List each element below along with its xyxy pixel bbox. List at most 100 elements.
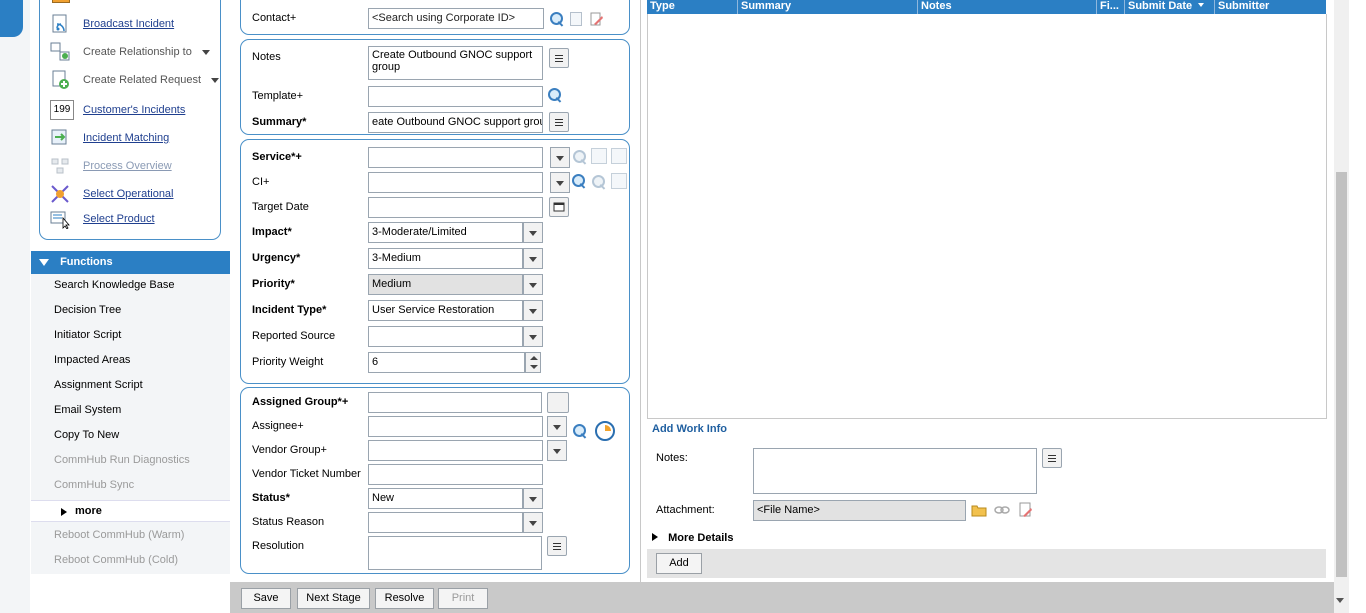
left-nav-tab[interactable] bbox=[0, 0, 23, 37]
resolve-button[interactable]: Resolve bbox=[375, 588, 434, 609]
service-dropdown-button[interactable] bbox=[550, 147, 570, 168]
link-broadcast-incident[interactable]: Broadcast Incident bbox=[50, 13, 174, 35]
contact-details-icon[interactable] bbox=[570, 12, 582, 26]
link-label[interactable]: Customer's Incidents bbox=[83, 104, 185, 116]
column-submitter[interactable]: Submitter bbox=[1215, 0, 1326, 14]
column-submit-date[interactable]: Submit Date bbox=[1125, 0, 1215, 14]
vendor-ticket-field[interactable] bbox=[368, 464, 543, 485]
save-button[interactable]: Save bbox=[241, 588, 291, 609]
column-notes[interactable]: Notes bbox=[918, 0, 1097, 14]
spin-up-icon[interactable] bbox=[530, 356, 538, 360]
quick-links-panel: Broadcast Incident Create Relationship t… bbox=[39, 0, 221, 240]
priority-weight-label: Priority Weight bbox=[252, 356, 324, 368]
link-create-relationship[interactable]: Create Relationship to bbox=[50, 41, 210, 63]
vendor-group-dropdown-button[interactable] bbox=[547, 440, 567, 461]
status-dropdown-button[interactable] bbox=[523, 488, 543, 509]
urgency-field[interactable]: 3-Medium bbox=[368, 248, 523, 269]
link-select-operational[interactable]: Select Operational bbox=[50, 183, 174, 205]
reported-source-dropdown-button[interactable] bbox=[523, 326, 543, 347]
link-label[interactable]: Select Operational bbox=[83, 188, 174, 200]
status-field[interactable]: New bbox=[368, 488, 523, 509]
link-label: Process Overview bbox=[83, 160, 172, 172]
link-incident-matching[interactable]: Incident Matching bbox=[50, 127, 169, 149]
service-tree-icon bbox=[591, 148, 607, 164]
assigned-group-field[interactable] bbox=[368, 392, 542, 413]
search-icon[interactable] bbox=[547, 87, 563, 103]
clock-icon[interactable] bbox=[595, 421, 615, 441]
priority-dropdown-button[interactable] bbox=[523, 274, 543, 295]
link-customers-incidents[interactable]: 199 Customer's Incidents bbox=[50, 99, 185, 121]
function-search-knowledge-base[interactable]: Search Knowledge Base bbox=[54, 279, 174, 291]
column-type[interactable]: Type bbox=[647, 0, 738, 14]
function-assignment-script[interactable]: Assignment Script bbox=[54, 379, 143, 391]
customer-incidents-icon: 199 bbox=[50, 100, 74, 120]
incident-type-dropdown-button[interactable] bbox=[523, 300, 543, 321]
calendar-button[interactable] bbox=[549, 197, 569, 217]
expand-triangle-icon bbox=[652, 533, 658, 541]
work-info-notes-field[interactable] bbox=[753, 448, 1037, 494]
incident-type-field[interactable]: User Service Restoration bbox=[368, 300, 523, 321]
link-label[interactable]: Incident Matching bbox=[83, 132, 169, 144]
template-field[interactable] bbox=[368, 86, 543, 107]
search-icon[interactable] bbox=[571, 173, 587, 189]
template-label: Template+ bbox=[252, 90, 304, 102]
link-create-related-request[interactable]: Create Related Request bbox=[50, 69, 220, 91]
work-info-table-body[interactable] bbox=[647, 14, 1327, 419]
target-date-field[interactable] bbox=[368, 197, 543, 218]
impact-dropdown-button[interactable] bbox=[523, 222, 543, 243]
status-reason-field[interactable] bbox=[368, 512, 523, 533]
contact-field[interactable]: <Search using Corporate ID> bbox=[368, 8, 544, 29]
resolution-field[interactable] bbox=[368, 536, 542, 570]
urgency-dropdown-button[interactable] bbox=[523, 248, 543, 269]
function-email-system[interactable]: Email System bbox=[54, 404, 121, 416]
priority-label: Priority* bbox=[252, 278, 295, 290]
chevron-down-icon[interactable] bbox=[211, 77, 220, 83]
link-select-product[interactable]: Select Product bbox=[50, 208, 155, 230]
functions-more[interactable]: more bbox=[31, 500, 230, 522]
folder-icon[interactable] bbox=[971, 503, 987, 517]
work-info-notes-expand-button[interactable] bbox=[1042, 448, 1062, 468]
attachment-field[interactable]: <File Name> bbox=[753, 500, 966, 521]
service-field[interactable] bbox=[368, 147, 543, 168]
link-label[interactable]: Broadcast Incident bbox=[83, 18, 174, 30]
assigned-group-menu-button[interactable] bbox=[547, 392, 569, 413]
summary-field[interactable]: eate Outbound GNOC support group bbox=[368, 112, 543, 133]
priority-weight-spinner[interactable] bbox=[525, 352, 541, 373]
next-stage-button[interactable]: Next Stage bbox=[297, 588, 370, 609]
add-work-info-button[interactable]: Add bbox=[656, 553, 702, 574]
notes-expand-button[interactable] bbox=[549, 48, 569, 68]
vendor-group-field[interactable] bbox=[368, 440, 543, 461]
menu-lines-icon bbox=[555, 55, 563, 62]
service-label: Service*+ bbox=[252, 151, 302, 163]
clear-attachment-icon[interactable] bbox=[1018, 502, 1034, 518]
summary-expand-button[interactable] bbox=[549, 112, 569, 132]
link-label: Create Related Request bbox=[83, 74, 202, 86]
ci-dropdown-button[interactable] bbox=[550, 172, 570, 193]
search-icon[interactable] bbox=[572, 423, 588, 439]
link-label[interactable]: Select Product bbox=[83, 213, 155, 225]
scroll-down-arrow-icon[interactable] bbox=[1336, 598, 1344, 603]
functions-header[interactable]: Functions bbox=[31, 251, 230, 274]
priority-weight-field[interactable]: 6 bbox=[368, 352, 525, 373]
function-impacted-areas[interactable]: Impacted Areas bbox=[54, 354, 130, 366]
function-initiator-script[interactable]: Initiator Script bbox=[54, 329, 121, 341]
impact-field[interactable]: 3-Moderate/Limited bbox=[368, 222, 523, 243]
more-details-toggle[interactable]: More Details bbox=[652, 532, 733, 544]
resolution-expand-button[interactable] bbox=[547, 536, 567, 556]
column-summary[interactable]: Summary bbox=[738, 0, 918, 14]
assignee-field[interactable] bbox=[368, 416, 543, 437]
reported-source-field[interactable] bbox=[368, 326, 523, 347]
function-copy-to-new[interactable]: Copy To New bbox=[54, 429, 119, 441]
assignee-dropdown-button[interactable] bbox=[547, 416, 567, 437]
clear-icon[interactable] bbox=[590, 12, 604, 26]
status-reason-dropdown-button[interactable] bbox=[523, 512, 543, 533]
column-files[interactable]: Fi... bbox=[1097, 0, 1125, 14]
function-decision-tree[interactable]: Decision Tree bbox=[54, 304, 121, 316]
scrollbar-thumb[interactable] bbox=[1336, 172, 1347, 577]
chevron-down-icon[interactable] bbox=[201, 49, 210, 55]
notes-field[interactable]: Create Outbound GNOC support group bbox=[368, 46, 543, 80]
spin-down-icon[interactable] bbox=[530, 365, 538, 369]
ci-field[interactable] bbox=[368, 172, 543, 193]
search-icon[interactable] bbox=[549, 11, 565, 27]
menu-lines-icon bbox=[555, 119, 563, 126]
